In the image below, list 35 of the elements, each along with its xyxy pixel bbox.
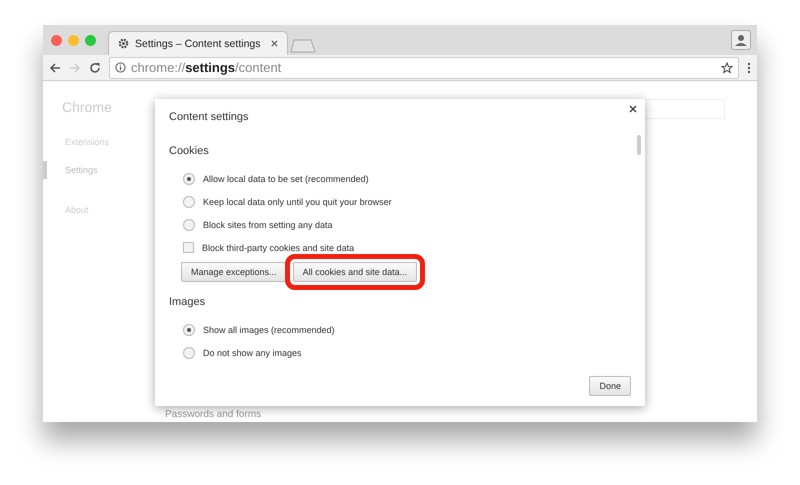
forward-arrow-icon[interactable] <box>69 62 81 74</box>
new-tab-button[interactable] <box>290 39 316 53</box>
option-label: Block third-party cookies and site data <box>202 242 354 252</box>
browser-tab[interactable]: Settings – Content settings <box>108 31 288 55</box>
back-arrow-icon[interactable] <box>49 62 61 74</box>
star-icon[interactable] <box>721 62 733 74</box>
option-label: Show all images (recommended) <box>203 324 335 334</box>
radio-button[interactable] <box>183 324 195 336</box>
section-heading: Cookies <box>169 145 210 157</box>
close-tab-icon[interactable] <box>271 40 278 47</box>
section-heading: Passwords and forms <box>165 409 262 420</box>
gear-icon <box>118 38 129 49</box>
minimize-window-icon[interactable] <box>68 34 79 46</box>
radio-button[interactable] <box>183 172 195 184</box>
dialog-title: Content settings <box>169 110 250 123</box>
close-window-icon[interactable] <box>51 34 62 46</box>
close-icon[interactable] <box>629 105 637 113</box>
done-button[interactable]: Done <box>589 376 631 396</box>
scrollbar-thumb[interactable] <box>637 135 641 155</box>
info-icon[interactable] <box>115 62 126 73</box>
checkbox[interactable] <box>183 242 194 253</box>
section-heading: Images <box>169 296 206 308</box>
radio-button[interactable] <box>183 346 195 358</box>
radio-button[interactable] <box>183 196 195 208</box>
radio-button[interactable] <box>183 218 195 230</box>
option-label: Allow local data to be set (recommended) <box>203 174 369 184</box>
profile-icon[interactable] <box>731 30 751 50</box>
dialog-button[interactable]: Manage exceptions... <box>181 262 287 282</box>
option-label: Do not show any images <box>203 348 302 358</box>
menu-icon[interactable] <box>747 62 751 74</box>
option-label: Block sites from setting any data <box>203 220 333 230</box>
address-bar[interactable]: chrome://settings/content <box>109 56 739 78</box>
reload-icon[interactable] <box>89 62 101 74</box>
zoom-window-icon[interactable] <box>85 34 96 46</box>
option-label: Keep local data only until you quit your browser <box>203 196 392 206</box>
